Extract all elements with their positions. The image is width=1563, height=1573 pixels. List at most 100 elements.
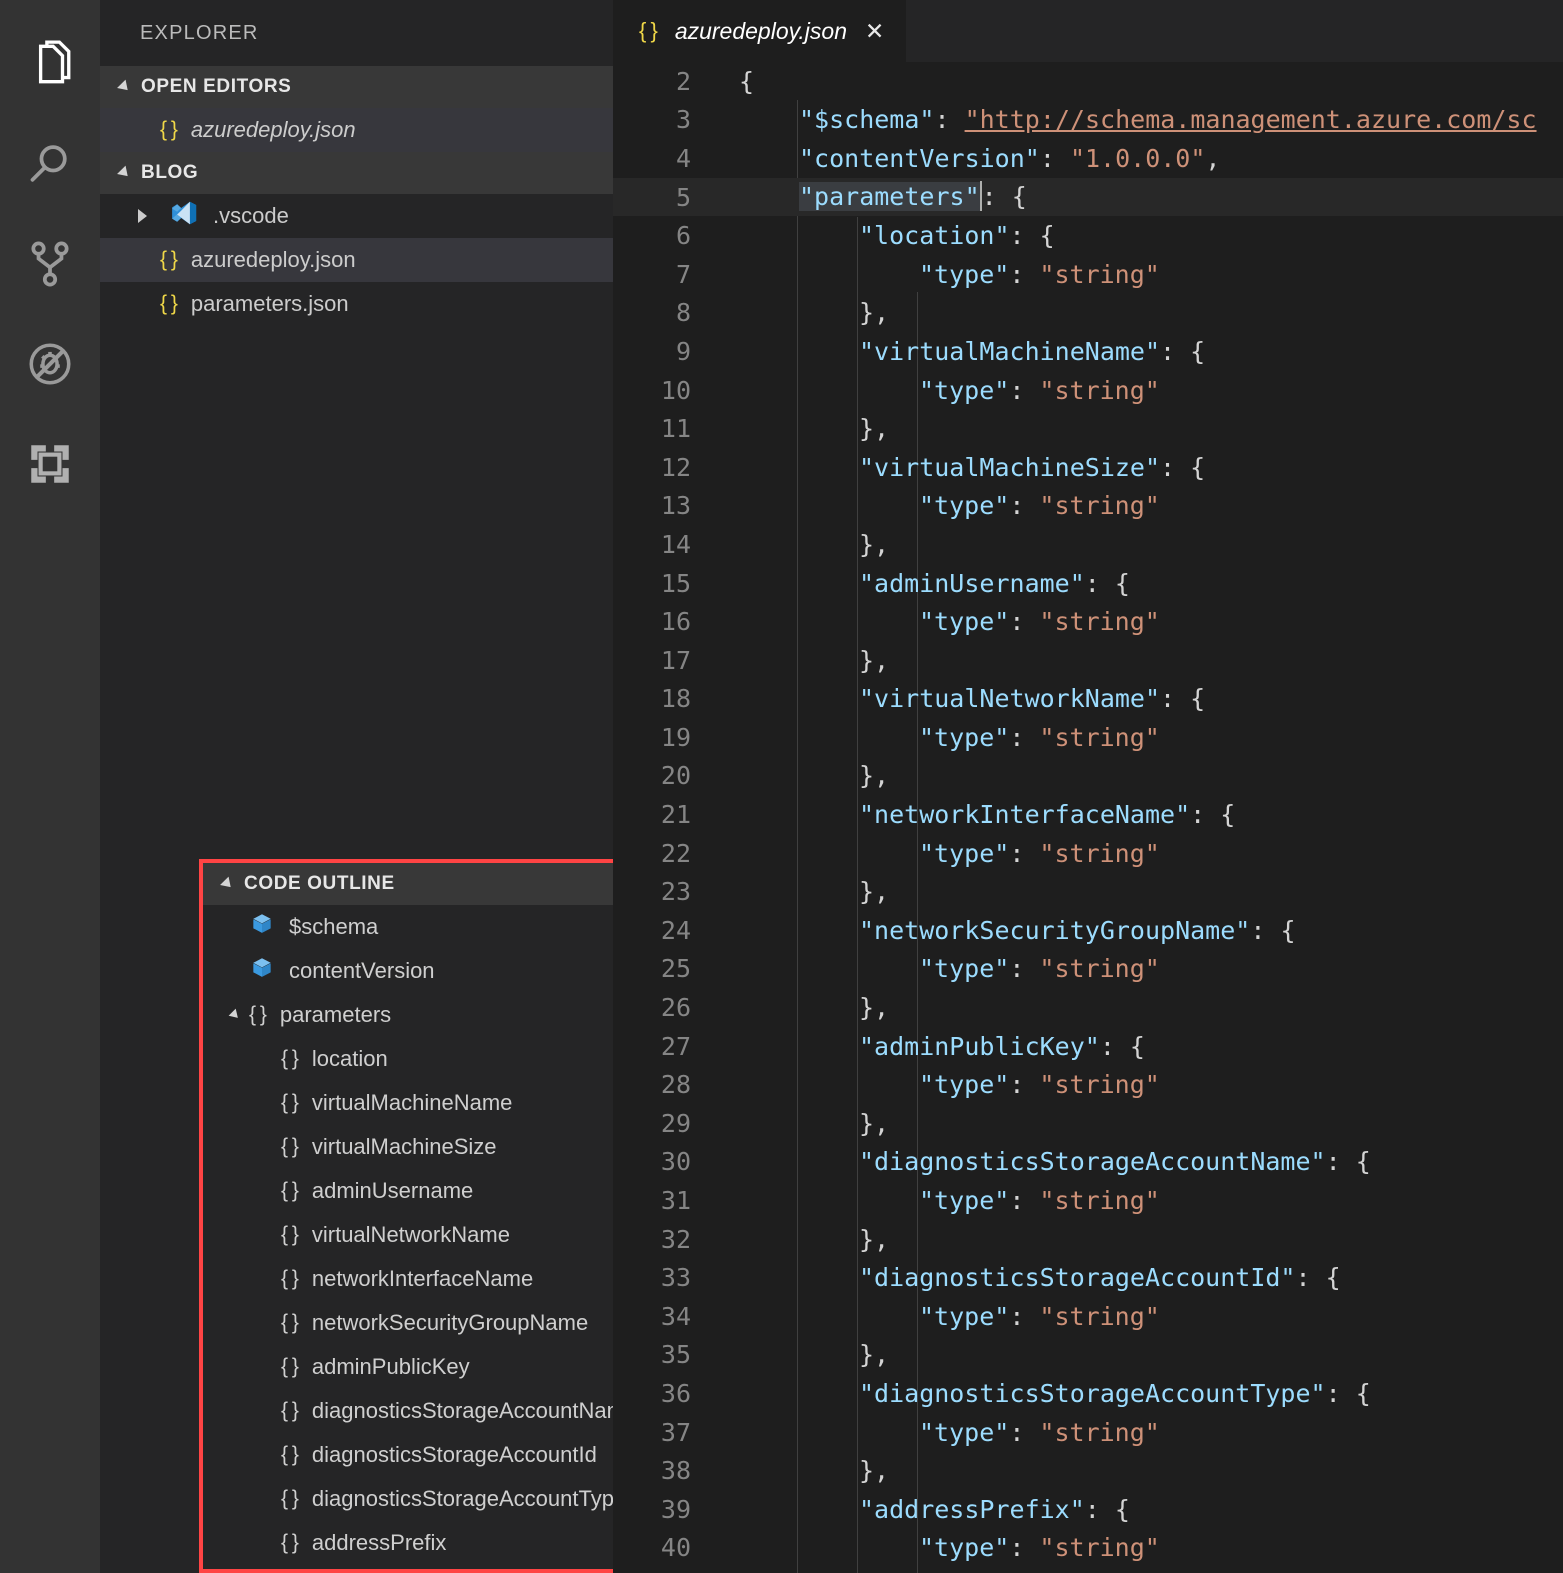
code-editor[interactable]: 2{3"$schema": "http://schema.management.…	[613, 62, 1563, 1573]
code-line[interactable]: 2{	[613, 62, 1563, 101]
code-token: : {	[1160, 684, 1205, 713]
code-line-text: "diagnosticsStorageAccountName": {	[709, 1147, 1563, 1176]
code-line[interactable]: 29},	[613, 1104, 1563, 1143]
line-number: 36	[613, 1379, 709, 1408]
braces-icon: { }	[249, 1003, 266, 1027]
code-line[interactable]: 16"type": "string"	[613, 602, 1563, 641]
code-line[interactable]: 39"addressPrefix": {	[613, 1490, 1563, 1529]
debug-icon[interactable]	[0, 314, 100, 414]
tab-label: azuredeploy.json	[675, 18, 847, 45]
code-token: {	[739, 67, 754, 96]
code-line[interactable]: 22"type": "string"	[613, 834, 1563, 873]
code-line[interactable]: 36"diagnosticsStorageAccountType": {	[613, 1374, 1563, 1413]
open-editor-item-azuredeploy[interactable]: { } azuredeploy.json	[100, 108, 613, 152]
code-line[interactable]: 38},	[613, 1451, 1563, 1490]
outline-item-label: virtualNetworkName	[312, 1222, 510, 1248]
code-line[interactable]: 28"type": "string"	[613, 1065, 1563, 1104]
code-line-text: "type": "string"	[709, 839, 1563, 868]
code-line[interactable]: 23},	[613, 872, 1563, 911]
search-icon[interactable]	[0, 114, 100, 214]
code-line[interactable]: 10"type": "string"	[613, 371, 1563, 410]
tree-item-parameters-json[interactable]: { } parameters.json	[100, 282, 613, 326]
code-line[interactable]: 5"parameters": {	[613, 178, 1563, 217]
tree-item-label: azuredeploy.json	[191, 247, 356, 273]
code-line[interactable]: 14},	[613, 525, 1563, 564]
code-line[interactable]: 24"networkSecurityGroupName": {	[613, 911, 1563, 950]
code-line[interactable]: 15"adminUsername": {	[613, 564, 1563, 603]
tab-azuredeploy-json[interactable]: { } azuredeploy.json ✕	[613, 0, 906, 62]
code-line[interactable]: 35},	[613, 1336, 1563, 1375]
code-token: "string"	[1039, 1302, 1159, 1331]
code-line[interactable]: 9"virtualMachineName": {	[613, 332, 1563, 371]
code-line[interactable]: 40"type": "string"	[613, 1529, 1563, 1568]
code-line-text: },	[709, 1225, 1563, 1254]
tree-item-label: parameters.json	[191, 291, 349, 317]
code-line-text: "networkInterfaceName": {	[709, 800, 1563, 829]
code-token: },	[859, 761, 889, 790]
code-token: "type"	[919, 260, 1009, 289]
code-line[interactable]: 12"virtualMachineSize": {	[613, 448, 1563, 487]
code-token: : {	[1160, 453, 1205, 482]
line-number: 37	[613, 1418, 709, 1447]
code-line[interactable]: 37"type": "string"	[613, 1413, 1563, 1452]
code-token: "virtualMachineSize"	[859, 453, 1160, 482]
close-icon[interactable]: ✕	[865, 20, 884, 43]
code-token: "diagnosticsStorageAccountId"	[859, 1263, 1296, 1292]
code-token: "type"	[919, 839, 1009, 868]
section-header-blog[interactable]: BLOG	[100, 152, 613, 194]
code-token: :	[1009, 1186, 1039, 1215]
explorer-icon[interactable]	[0, 14, 100, 114]
code-line[interactable]: 30"diagnosticsStorageAccountName": {	[613, 1143, 1563, 1182]
code-token: },	[859, 877, 889, 906]
json-braces-icon: { }	[160, 292, 177, 316]
code-line[interactable]: 41},	[613, 1567, 1563, 1573]
code-line[interactable]: 6"location": {	[613, 216, 1563, 255]
json-braces-icon: { }	[160, 248, 177, 272]
code-line[interactable]: 20},	[613, 757, 1563, 796]
code-token: },	[859, 1340, 889, 1369]
tree-item-azuredeploy-json[interactable]: { } azuredeploy.json	[100, 238, 613, 282]
code-line[interactable]: 7"type": "string"	[613, 255, 1563, 294]
code-line-text: "location": {	[709, 221, 1563, 250]
code-token: "string"	[1039, 491, 1159, 520]
code-token: "string"	[1039, 260, 1159, 289]
code-line-text: },	[709, 646, 1563, 675]
code-line[interactable]: 26},	[613, 988, 1563, 1027]
code-line[interactable]: 13"type": "string"	[613, 487, 1563, 526]
code-line[interactable]: 32},	[613, 1220, 1563, 1259]
code-line[interactable]: 17},	[613, 641, 1563, 680]
code-token: "type"	[919, 376, 1009, 405]
cube-icon	[249, 955, 275, 987]
code-token: :	[1009, 260, 1039, 289]
outline-item-label: networkInterfaceName	[312, 1266, 533, 1292]
braces-icon: { }	[281, 1179, 298, 1203]
line-number: 40	[613, 1533, 709, 1562]
code-line[interactable]: 3"$schema": "http://schema.management.az…	[613, 101, 1563, 140]
code-line[interactable]: 31"type": "string"	[613, 1181, 1563, 1220]
code-token: "string"	[1039, 1186, 1159, 1215]
extensions-icon[interactable]	[0, 414, 100, 514]
code-token: "string"	[1039, 954, 1159, 983]
code-line[interactable]: 11},	[613, 409, 1563, 448]
code-token: :	[1009, 954, 1039, 983]
tree-item-vscode-folder[interactable]: .vscode	[100, 194, 613, 238]
code-line[interactable]: 8},	[613, 294, 1563, 333]
code-line[interactable]: 19"type": "string"	[613, 718, 1563, 757]
code-line[interactable]: 25"type": "string"	[613, 950, 1563, 989]
source-control-icon[interactable]	[0, 214, 100, 314]
code-line[interactable]: 27"adminPublicKey": {	[613, 1027, 1563, 1066]
code-line[interactable]: 18"virtualNetworkName": {	[613, 680, 1563, 719]
code-token: "addressPrefix"	[859, 1495, 1085, 1524]
code-token: "string"	[1039, 607, 1159, 636]
braces-icon: { }	[281, 1399, 298, 1423]
code-line-text: },	[709, 1340, 1563, 1369]
code-token: "virtualNetworkName"	[859, 684, 1160, 713]
code-token: "string"	[1039, 376, 1159, 405]
section-header-open-editors[interactable]: OPEN EDITORS	[100, 66, 613, 108]
code-line[interactable]: 4"contentVersion": "1.0.0.0",	[613, 139, 1563, 178]
code-line[interactable]: 34"type": "string"	[613, 1297, 1563, 1336]
code-line[interactable]: 21"networkInterfaceName": {	[613, 795, 1563, 834]
code-line[interactable]: 33"diagnosticsStorageAccountId": {	[613, 1258, 1563, 1297]
braces-icon: { }	[281, 1267, 298, 1291]
outline-item-label: virtualMachineSize	[312, 1134, 497, 1160]
